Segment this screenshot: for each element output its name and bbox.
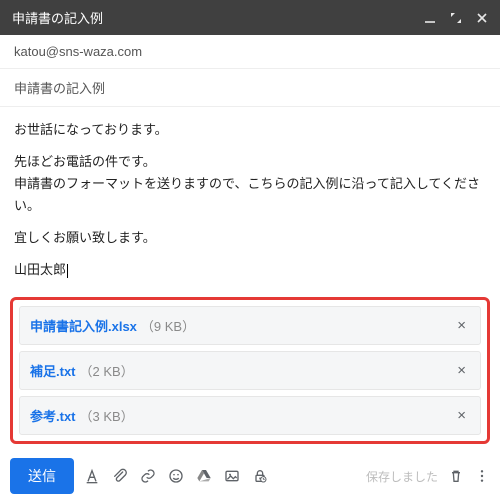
body-signature: 山田太郎 — [14, 259, 486, 281]
body-greeting: お世話になっております。 — [14, 119, 486, 141]
window-controls — [424, 12, 488, 24]
compose-titlebar: 申請書の記入例 — [0, 0, 500, 35]
subject-value: 申請書の記入例 — [14, 81, 105, 96]
attachment-size: （2 KB） — [80, 361, 134, 380]
fullscreen-button[interactable] — [450, 12, 462, 24]
compose-toolbar: 送信 保存しました — [0, 450, 500, 504]
attachment-chip[interactable]: 補足.txt （2 KB） × — [19, 351, 481, 390]
insert-emoji-icon[interactable] — [168, 468, 184, 484]
confidential-mode-icon[interactable] — [252, 468, 268, 484]
recipients-value: katou@sns-waza.com — [14, 44, 142, 59]
message-body[interactable]: お世話になっております。 先ほどお電話の件です。 申請書のフォーマットを送ります… — [0, 107, 500, 296]
discard-draft-icon[interactable] — [448, 468, 464, 484]
attachment-chip[interactable]: 参考.txt （3 KB） × — [19, 396, 481, 435]
minimize-button[interactable] — [424, 12, 436, 24]
attachment-name: 参考.txt — [30, 406, 76, 425]
attach-file-icon[interactable] — [112, 468, 128, 484]
insert-photo-icon[interactable] — [224, 468, 240, 484]
insert-drive-icon[interactable] — [196, 468, 212, 484]
attachment-size: （9 KB） — [141, 316, 195, 335]
remove-attachment-icon[interactable]: × — [453, 317, 470, 334]
remove-attachment-icon[interactable]: × — [453, 362, 470, 379]
body-paragraph: 先ほどお電話の件です。 申請書のフォーマットを送りますので、こちらの記入例に沿っ… — [14, 151, 486, 217]
insert-link-icon[interactable] — [140, 468, 156, 484]
body-closing: 宜しくお願い致します。 — [14, 227, 486, 249]
attachments-highlight-box: 申請書記入例.xlsx （9 KB） × 補足.txt （2 KB） × 参考.… — [10, 297, 490, 444]
subject-field[interactable]: 申請書の記入例 — [0, 69, 500, 106]
saved-status: 保存しました — [366, 468, 438, 485]
more-options-icon[interactable] — [474, 468, 490, 484]
formatting-icon[interactable] — [84, 468, 100, 484]
window-title: 申請書の記入例 — [12, 8, 424, 27]
right-toolbar: 保存しました — [366, 468, 490, 485]
attachment-name: 補足.txt — [30, 361, 76, 380]
attachment-name: 申請書記入例.xlsx — [30, 316, 137, 335]
close-button[interactable] — [476, 12, 488, 24]
remove-attachment-icon[interactable]: × — [453, 407, 470, 424]
attachment-chip[interactable]: 申請書記入例.xlsx （9 KB） × — [19, 306, 481, 345]
attachment-size: （3 KB） — [80, 406, 134, 425]
send-button[interactable]: 送信 — [10, 458, 74, 494]
recipients-field[interactable]: katou@sns-waza.com — [0, 35, 500, 69]
formatting-icons — [84, 468, 268, 484]
text-cursor — [67, 264, 68, 278]
header-fields: katou@sns-waza.com 申請書の記入例 — [0, 35, 500, 107]
